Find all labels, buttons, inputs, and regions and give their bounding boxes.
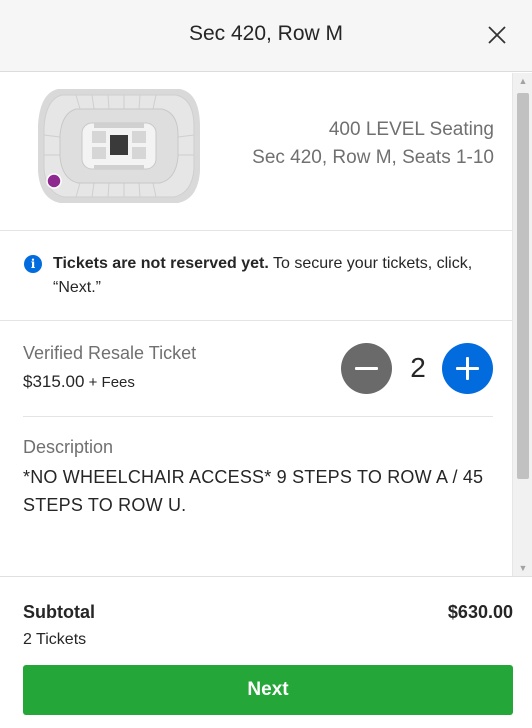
decrease-quantity-button[interactable] — [341, 343, 392, 394]
increase-quantity-button[interactable] — [442, 343, 493, 394]
seat-info: 400 LEVEL Seating Sec 420, Row M, Seats … — [234, 116, 494, 172]
selected-section-marker — [46, 173, 62, 189]
listing-details-scroll-area[interactable]: 400 LEVEL Seating Sec 420, Row M, Seats … — [0, 73, 512, 576]
subtotal-amount: $630.00 — [447, 602, 513, 622]
dialog-title: Sec 420, Row M — [188, 22, 344, 45]
description-text: *NO WHEELCHAIR ACCESS* 9 STEPS TO ROW A … — [23, 467, 484, 515]
scroll-up-arrow-icon[interactable]: ▲ — [513, 73, 532, 89]
map-section: 400 LEVEL Seating Sec 420, Row M, Seats … — [0, 73, 512, 231]
subtotal-label: Subtotal — [23, 602, 95, 622]
scrollbar[interactable]: ▲ ▼ — [512, 73, 532, 576]
scroll-down-arrow-icon[interactable]: ▼ — [513, 560, 532, 576]
dialog-header: Sec 420, Row M — [0, 0, 532, 72]
divider — [23, 416, 493, 417]
ticket-price: $315.00 + Fees — [23, 372, 135, 392]
reservation-notice: i Tickets are not reserved yet. To secur… — [0, 231, 512, 321]
close-button[interactable] — [482, 20, 512, 50]
ticket-price-value: $315.00 — [23, 372, 85, 391]
description-label: Description — [23, 437, 114, 457]
quantity-value: 2 — [410, 352, 426, 383]
ticket-count: 2 Tickets — [23, 631, 87, 648]
seating-level: 400 LEVEL Seating — [328, 119, 494, 140]
checkout-footer: Subtotal 2 Tickets $630.00 Next — [0, 576, 532, 728]
notice-text: Tickets are not reserved yet. To secure … — [53, 252, 473, 300]
info-icon: i — [24, 255, 42, 273]
close-icon — [488, 26, 506, 44]
notice-bold-text: Tickets are not reserved yet. — [53, 255, 269, 272]
seat-location: Sec 420, Row M, Seats 1-10 — [252, 147, 494, 168]
ticket-fees-label: + Fees — [84, 374, 135, 391]
venue-map[interactable] — [36, 85, 202, 207]
next-button[interactable]: Next — [23, 665, 513, 715]
ticket-row: Verified Resale Ticket $315.00 + Fees 2 — [0, 321, 512, 416]
scrollbar-thumb[interactable] — [517, 93, 529, 479]
ticket-type: Verified Resale Ticket — [23, 343, 197, 363]
